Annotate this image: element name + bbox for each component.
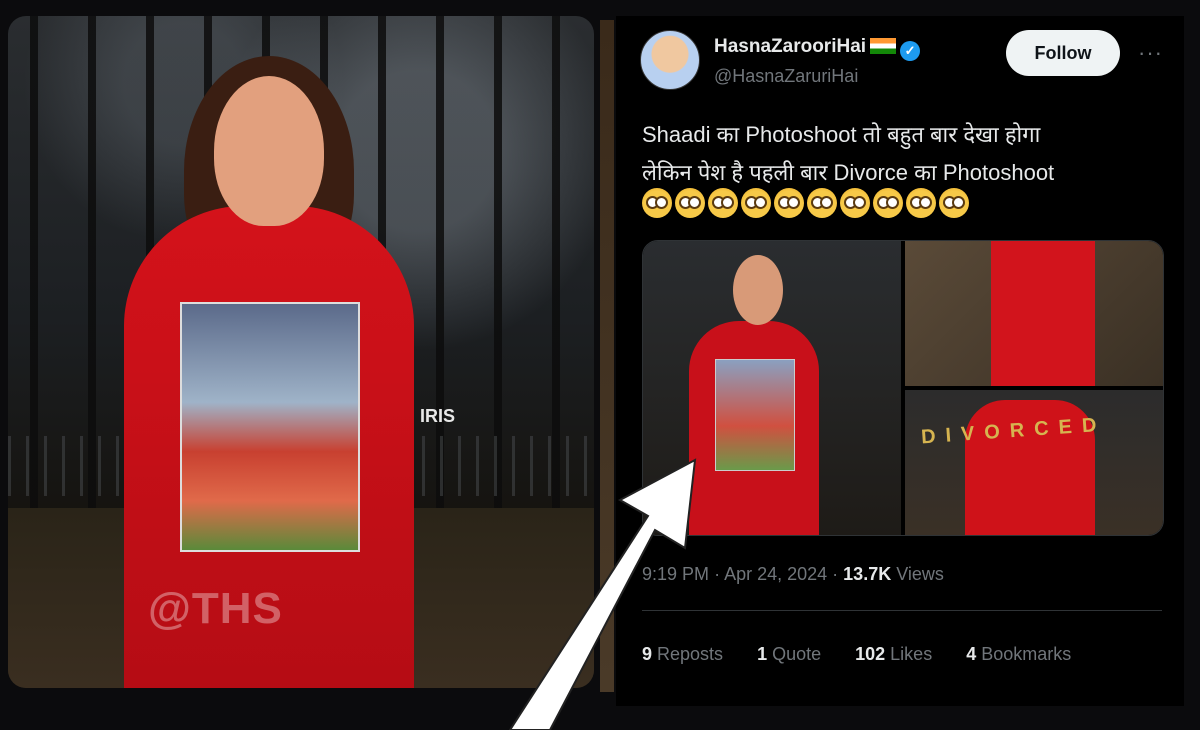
quote-stat[interactable]: 1 Quote bbox=[757, 644, 821, 665]
bookmarks-label: Bookmarks bbox=[981, 644, 1072, 664]
likes-label: Likes bbox=[890, 644, 933, 664]
m2-dress bbox=[991, 241, 1095, 386]
user-handle[interactable]: @HasnaZaruriHai bbox=[714, 66, 858, 87]
tweet-card: HasnaZarooriHai ✓ @HasnaZaruriHai Follow … bbox=[616, 16, 1184, 706]
flushed-face-emoji-icon bbox=[840, 188, 870, 218]
flushed-face-emoji-icon bbox=[774, 188, 804, 218]
likes-stat[interactable]: 102 Likes bbox=[855, 644, 932, 665]
flushed-face-emoji-icon bbox=[939, 188, 969, 218]
emoji-row bbox=[642, 188, 972, 225]
engagement-stats: 9 Reposts 1 Quote 102 Likes 4 Bookmarks bbox=[642, 644, 1162, 665]
bookmarks-count: 4 bbox=[966, 644, 977, 664]
meta-separator: · bbox=[714, 564, 725, 584]
ths-watermark: @THS bbox=[148, 584, 283, 633]
tweet-text-line-2: लेकिन पेश है पहली बार Divorce का Photosh… bbox=[642, 160, 1055, 185]
studio-watermark: IRIS bbox=[420, 406, 456, 426]
display-name-row[interactable]: HasnaZarooriHai ✓ bbox=[714, 36, 921, 61]
media-grid: DIVORCED bbox=[642, 240, 1164, 536]
bookmarks-stat[interactable]: 4 Bookmarks bbox=[966, 644, 1071, 665]
flushed-face-emoji-icon bbox=[906, 188, 936, 218]
m1-held-photo bbox=[715, 359, 795, 471]
tweet-text-line-1: Shaadi का Photoshoot तो बहुत बार देखा हो… bbox=[642, 122, 1041, 147]
flushed-face-emoji-icon bbox=[708, 188, 738, 218]
flushed-face-emoji-icon bbox=[741, 188, 771, 218]
flushed-face-emoji-icon bbox=[807, 188, 837, 218]
meta-separator: · bbox=[832, 564, 844, 584]
more-options-icon[interactable]: ··· bbox=[1138, 40, 1163, 66]
tweet-date[interactable]: Apr 24, 2024 bbox=[724, 564, 827, 584]
m1-face bbox=[733, 255, 783, 325]
views-count: 13.7K bbox=[843, 564, 892, 584]
likes-count: 102 bbox=[855, 644, 886, 664]
image-divider bbox=[600, 20, 614, 692]
reposts-count: 9 bbox=[642, 644, 653, 664]
flag-india-icon bbox=[870, 38, 897, 54]
face bbox=[214, 76, 324, 226]
views-label: Views bbox=[896, 564, 944, 584]
tweet-text: Shaadi का Photoshoot तो बहुत बार देखा हो… bbox=[642, 116, 1162, 192]
quote-label: Quote bbox=[772, 644, 822, 664]
flushed-face-emoji-icon bbox=[675, 188, 705, 218]
follow-button[interactable]: Follow bbox=[1006, 30, 1120, 76]
media-photo-3[interactable]: DIVORCED bbox=[905, 390, 1163, 535]
left-photo: IRIS @THS bbox=[8, 16, 594, 688]
display-name[interactable]: HasnaZarooriHai bbox=[714, 36, 866, 57]
verified-badge-icon: ✓ bbox=[900, 41, 921, 61]
tweet-time[interactable]: 9:19 PM bbox=[642, 564, 709, 584]
flushed-face-emoji-icon bbox=[873, 188, 903, 218]
avatar[interactable] bbox=[640, 30, 700, 90]
divider bbox=[642, 610, 1162, 611]
torn-wedding-photo bbox=[180, 302, 360, 552]
flushed-face-emoji-icon bbox=[642, 188, 672, 218]
reposts-stat[interactable]: 9 Reposts bbox=[642, 644, 723, 665]
tweet-meta: 9:19 PM · Apr 24, 2024 · 13.7K Views bbox=[642, 564, 944, 585]
reposts-label: Reposts bbox=[657, 644, 724, 664]
media-photo-2[interactable] bbox=[905, 241, 1163, 386]
media-photo-1[interactable] bbox=[643, 241, 901, 535]
quote-count: 1 bbox=[757, 644, 768, 664]
